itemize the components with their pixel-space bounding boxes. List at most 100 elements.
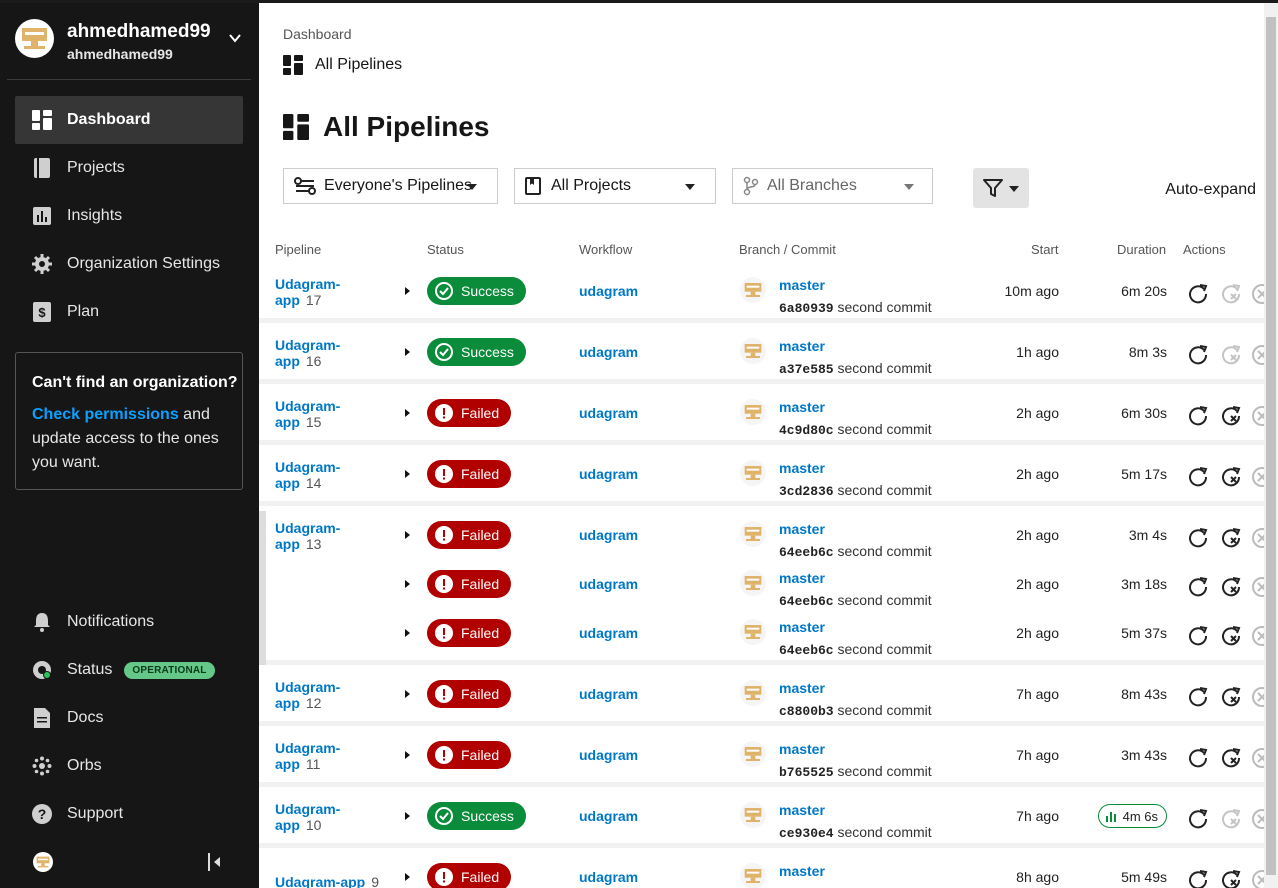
expand-row-icon[interactable] bbox=[405, 580, 410, 588]
expand-row-icon[interactable] bbox=[405, 751, 410, 759]
commit-info[interactable]: 64eeb6c second commit bbox=[779, 592, 932, 609]
cancel-workflow-icon[interactable] bbox=[1251, 625, 1264, 647]
rerun-workflow-icon[interactable] bbox=[1187, 869, 1209, 888]
rerun-workflow-icon[interactable] bbox=[1187, 747, 1209, 769]
branch-link[interactable]: master bbox=[779, 802, 825, 818]
rerun-workflow-icon[interactable] bbox=[1187, 686, 1209, 708]
rerun-failed-jobs-icon[interactable] bbox=[1220, 405, 1242, 427]
cancel-workflow-icon[interactable] bbox=[1251, 747, 1264, 769]
rerun-failed-jobs-icon[interactable] bbox=[1220, 625, 1242, 647]
status-badge[interactable]: Success bbox=[427, 277, 526, 305]
expand-row-icon[interactable] bbox=[405, 287, 410, 295]
cancel-workflow-icon[interactable] bbox=[1251, 808, 1264, 830]
sidebar-item-support[interactable]: ? Support bbox=[15, 790, 243, 838]
status-badge[interactable]: Failed bbox=[427, 521, 512, 549]
sidebar-item-status[interactable]: Status OPERATIONAL bbox=[15, 646, 243, 694]
sidebar-item-insights[interactable]: Insights bbox=[15, 192, 243, 240]
pipeline-link[interactable]: Udagram-app 9 bbox=[275, 874, 379, 888]
branch-link[interactable]: master bbox=[779, 277, 825, 293]
branch-link[interactable]: master bbox=[779, 460, 825, 476]
expand-row-icon[interactable] bbox=[405, 531, 410, 539]
workflow-link[interactable]: udagram bbox=[579, 466, 638, 482]
pipeline-link[interactable]: Udagram-app 13 bbox=[275, 520, 340, 552]
commit-info[interactable]: 6a80939 second commit bbox=[779, 299, 932, 316]
cancel-workflow-icon[interactable] bbox=[1251, 405, 1264, 427]
commit-info[interactable]: 3cd2836 second commit bbox=[779, 482, 932, 499]
branch-link[interactable]: master bbox=[779, 521, 825, 537]
cancel-workflow-icon[interactable] bbox=[1251, 344, 1264, 366]
duration-insights-pill[interactable]: 4m 6s bbox=[1097, 804, 1167, 828]
rerun-workflow-icon[interactable] bbox=[1187, 625, 1209, 647]
pipeline-link[interactable]: Udagram-app 15 bbox=[275, 398, 340, 430]
rerun-workflow-icon[interactable] bbox=[1187, 576, 1209, 598]
commit-info[interactable]: b765525 second commit bbox=[779, 763, 932, 780]
branch-link[interactable]: master bbox=[779, 741, 825, 757]
pipeline-link[interactable]: Udagram-app 11 bbox=[275, 740, 340, 772]
sidebar-item-notifications[interactable]: Notifications bbox=[15, 598, 243, 646]
user-switcher[interactable]: ahmedhamed99 ahmedhamed99 bbox=[15, 19, 250, 63]
branch-link[interactable]: master bbox=[779, 570, 825, 586]
status-badge[interactable]: Failed bbox=[427, 399, 512, 427]
pipeline-link[interactable]: Udagram-app 14 bbox=[275, 459, 340, 491]
sidebar-item-orbs[interactable]: Orbs bbox=[15, 742, 243, 790]
workflow-link[interactable]: udagram bbox=[579, 686, 638, 702]
rerun-failed-jobs-icon[interactable] bbox=[1220, 283, 1242, 305]
commit-info[interactable]: c8800b3 second commit bbox=[779, 702, 932, 719]
branch-link[interactable]: master bbox=[779, 680, 825, 696]
rerun-workflow-icon[interactable] bbox=[1187, 344, 1209, 366]
cancel-workflow-icon[interactable] bbox=[1251, 283, 1264, 305]
status-badge[interactable]: Failed bbox=[427, 863, 512, 888]
expand-row-icon[interactable] bbox=[405, 409, 410, 417]
commit-info[interactable]: ce930e4 second commit bbox=[779, 824, 932, 841]
status-badge[interactable]: Success bbox=[427, 802, 526, 830]
workflow-link[interactable]: udagram bbox=[579, 625, 638, 641]
status-badge[interactable]: Failed bbox=[427, 741, 512, 769]
expand-row-icon[interactable] bbox=[405, 470, 410, 478]
workflow-link[interactable]: udagram bbox=[579, 808, 638, 824]
breadcrumb[interactable]: Dashboard bbox=[283, 26, 352, 42]
cancel-workflow-icon[interactable] bbox=[1251, 576, 1264, 598]
rerun-workflow-icon[interactable] bbox=[1187, 466, 1209, 488]
branch-link[interactable]: master bbox=[779, 399, 825, 415]
workflow-link[interactable]: udagram bbox=[579, 747, 638, 763]
status-badge[interactable]: Failed bbox=[427, 619, 512, 647]
scrollbar-thumb[interactable] bbox=[1266, 17, 1276, 875]
rerun-workflow-icon[interactable] bbox=[1187, 405, 1209, 427]
auto-expand-toggle[interactable]: Auto-expand bbox=[1165, 181, 1256, 199]
status-badge[interactable]: Failed bbox=[427, 680, 512, 708]
sidebar-item-dashboard[interactable]: Dashboard bbox=[15, 96, 243, 144]
status-badge[interactable]: Failed bbox=[427, 460, 512, 488]
rerun-workflow-icon[interactable] bbox=[1187, 527, 1209, 549]
expand-row-icon[interactable] bbox=[405, 690, 410, 698]
commit-info[interactable]: 64eeb6c second commit bbox=[779, 641, 932, 658]
cancel-workflow-icon[interactable] bbox=[1251, 869, 1264, 888]
sidebar-item-plan[interactable]: $ Plan bbox=[15, 288, 243, 336]
rerun-workflow-icon[interactable] bbox=[1187, 283, 1209, 305]
workflow-link[interactable]: udagram bbox=[579, 344, 638, 360]
cancel-workflow-icon[interactable] bbox=[1251, 466, 1264, 488]
branch-link[interactable]: master bbox=[779, 338, 825, 354]
expand-row-icon[interactable] bbox=[405, 348, 410, 356]
cancel-workflow-icon[interactable] bbox=[1251, 527, 1264, 549]
pipeline-link[interactable]: Udagram-app 16 bbox=[275, 337, 340, 369]
status-badge[interactable]: Failed bbox=[427, 570, 512, 598]
branches-filter-dropdown[interactable]: All Branches bbox=[732, 168, 933, 204]
expand-row-icon[interactable] bbox=[405, 629, 410, 637]
workflow-link[interactable]: udagram bbox=[579, 527, 638, 543]
rerun-failed-jobs-icon[interactable] bbox=[1220, 808, 1242, 830]
pipeline-link[interactable]: Udagram-app 17 bbox=[275, 276, 340, 308]
rerun-failed-jobs-icon[interactable] bbox=[1220, 576, 1242, 598]
branch-link[interactable]: master bbox=[779, 619, 825, 635]
sidebar-item-organization-settings[interactable]: Organization Settings bbox=[15, 240, 243, 288]
check-permissions-link[interactable]: Check permissions bbox=[32, 406, 179, 423]
commit-info[interactable]: 64eeb6c second commit bbox=[779, 543, 932, 560]
rerun-failed-jobs-icon[interactable] bbox=[1220, 747, 1242, 769]
expand-row-icon[interactable] bbox=[405, 873, 410, 881]
collapse-sidebar-icon[interactable] bbox=[206, 852, 222, 872]
branch-link[interactable]: master bbox=[779, 863, 825, 879]
commit-info[interactable]: 4c9d80c second commit bbox=[779, 421, 932, 438]
vertical-scrollbar[interactable] bbox=[1264, 3, 1278, 888]
commit-info[interactable]: a37e585 second commit bbox=[779, 360, 932, 377]
rerun-failed-jobs-icon[interactable] bbox=[1220, 686, 1242, 708]
workflow-link[interactable]: udagram bbox=[579, 576, 638, 592]
